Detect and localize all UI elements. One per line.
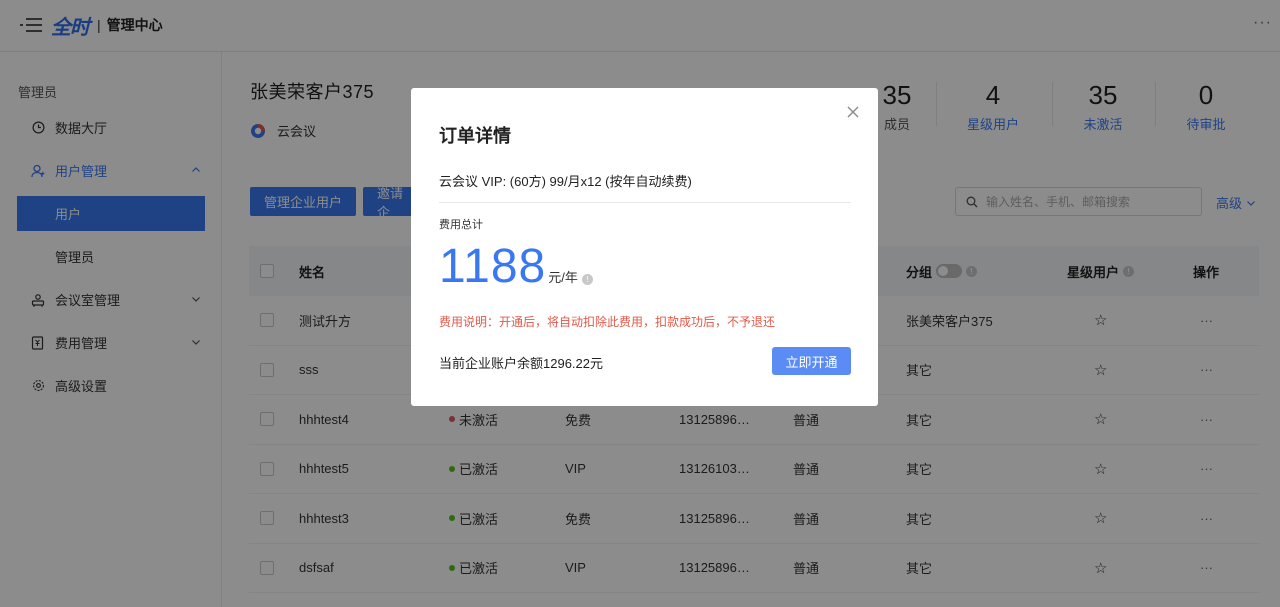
account-balance: 当前企业账户余额1296.22元 (439, 356, 603, 371)
order-details-modal: 订单详情 云会议 VIP: (60方) 99/月x12 (按年自动续费) 费用总… (411, 88, 878, 406)
total-amount: 1188 元/年 ! (439, 238, 593, 296)
modal-title: 订单详情 (439, 126, 511, 146)
amount-unit: 元/年 (548, 270, 578, 285)
total-label: 费用总计 (439, 219, 483, 231)
amount-value: 1188 (439, 240, 547, 293)
order-plan: 云会议 VIP: (60方) 99/月x12 (按年自动续费) (439, 174, 692, 189)
activate-now-button[interactable]: 立即开通 (772, 347, 851, 375)
fee-note: 费用说明：开通后，将自动扣除此费用，扣款成功后，不予退还 (439, 315, 776, 329)
info-icon[interactable]: ! (581, 274, 593, 285)
close-icon[interactable] (846, 105, 860, 119)
divider (439, 202, 851, 203)
